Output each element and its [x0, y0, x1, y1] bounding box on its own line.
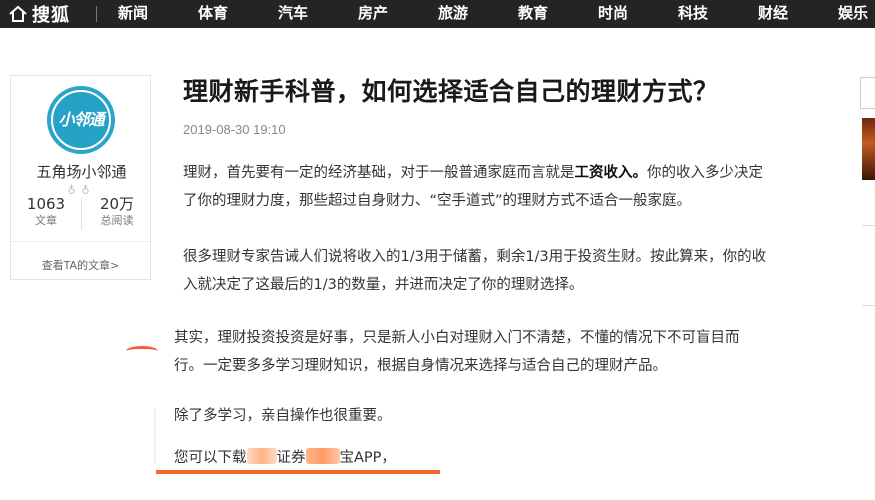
home-icon — [9, 5, 27, 22]
article-date: 2019-08-30 19:10 — [183, 122, 286, 137]
paragraph-3-line-2: 行。一定要多多学习理财知识，根据自身情况来选择与适合自己的理财产品。 — [174, 358, 667, 374]
nav-item-education[interactable]: 教育 — [518, 0, 548, 28]
card-divider — [11, 241, 150, 242]
nav-item-tech[interactable]: 科技 — [678, 0, 708, 28]
sohu-logo[interactable]: 搜狐 — [8, 0, 70, 28]
masked-text — [305, 448, 340, 464]
author-name[interactable]: 五角场小邻通 — [11, 161, 152, 182]
avatar-logo-text: 小邻通 — [58, 110, 104, 129]
nav-item-sports[interactable]: 体育 — [198, 0, 228, 28]
view-author-articles-link[interactable]: 查看TA的文章> — [11, 257, 150, 273]
right-sidebar-divider — [862, 305, 875, 306]
nav-item-travel[interactable]: 旅游 — [438, 0, 468, 28]
nav-item-entertainment[interactable]: 娱乐 — [838, 0, 868, 28]
paragraph-5: 您可以下载 证券 宝APP， — [174, 448, 396, 466]
highlight-salary: 工资收入。 — [574, 165, 648, 181]
top-nav-bar: 搜狐 新闻 体育 汽车 房产 旅游 教育 时尚 科技 财经 娱乐 — [0, 0, 875, 28]
articles-count: 1063 — [26, 195, 66, 213]
right-sidebar-divider — [862, 225, 875, 226]
avatar[interactable]: 小邻通 — [47, 86, 115, 154]
articles-label: 文章 — [35, 214, 57, 227]
nav-item-news[interactable]: 新闻 — [118, 0, 148, 28]
paragraph-1-line-2: 了你的理财力度，那些超过自身财力、“空手道式”的理财方式不适合一般家庭。 — [183, 193, 692, 209]
paragraph-2-line-2: 入就决定了这最后的1/3的数量，并进而决定了你的理财选择。 — [183, 277, 584, 293]
stat-articles: 1063 文章 — [11, 194, 81, 228]
paragraph-2: 很多理财专家告诫人们说将收入的1/3用于储蓄，剩余1/3用于投资生财。按此算来，… — [183, 243, 766, 299]
reads-count: 20万 — [99, 195, 135, 213]
nav-item-house[interactable]: 房产 — [358, 0, 388, 28]
nav-item-finance[interactable]: 财经 — [758, 0, 788, 28]
paragraph-3-line-1: 其实，理财投资投资是好事，只是新人小白对理财入门不清楚，不懂的情况下不可盲目而 — [174, 330, 740, 346]
paragraph-1: 理财，首先要有一定的经济基础，对于一般普通家庭而言就是工资收入。你的收入多少决定… — [183, 159, 763, 215]
decorative-line — [154, 408, 156, 464]
highlight-underline — [156, 470, 440, 474]
author-card: 小邻通 五角场小邻通 ♁♁ 1063 文章 20万 总阅读 查看TA的文章> — [10, 75, 151, 280]
stat-reads: 20万 总阅读 — [82, 194, 152, 228]
reads-label: 总阅读 — [100, 214, 134, 227]
logo-text: 搜狐 — [32, 5, 70, 26]
nav-item-fashion[interactable]: 时尚 — [598, 0, 628, 28]
decorative-arc — [126, 346, 158, 356]
nav-item-auto[interactable]: 汽车 — [278, 0, 308, 28]
right-sidebar-image[interactable] — [862, 118, 875, 180]
article-title: 理财新手科普，如何选择适合自己的理财方式？ — [183, 77, 719, 106]
paragraph-2-line-1: 很多理财专家告诫人们说将收入的1/3用于储蓄，剩余1/3用于投资生财。按此算来，… — [183, 249, 767, 265]
right-sidebar-box[interactable] — [860, 77, 875, 109]
masked-text — [246, 448, 277, 464]
paragraph-3: 其实，理财投资投资是好事，只是新人小白对理财入门不清楚，不懂的情况下不可盲目而 … — [174, 324, 740, 380]
nav-separator — [96, 6, 97, 22]
paragraph-1-line-1: 理财，首先要有一定的经济基础，对于一般普通家庭而言就是工资收入。你的收入多少决定 — [183, 165, 763, 181]
paragraph-4: 除了多学习，亲自操作也很重要。 — [174, 408, 392, 424]
